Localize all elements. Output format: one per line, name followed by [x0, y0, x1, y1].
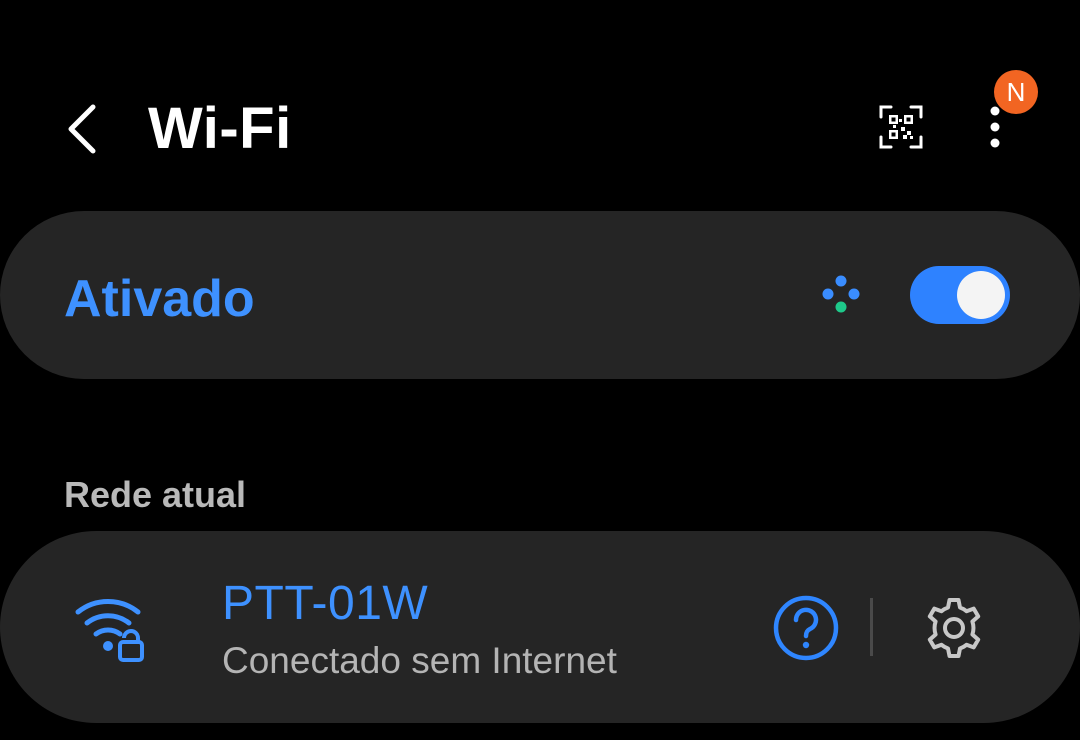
question-circle-icon[interactable]: [772, 594, 840, 662]
chevron-left-icon: [68, 104, 96, 154]
scanning-dots-icon: [822, 275, 860, 313]
qr-code-icon: [879, 105, 923, 149]
network-name: PTT-01W: [222, 577, 429, 630]
qr-code-button[interactable]: [874, 100, 928, 154]
page-title: Wi-Fi: [148, 96, 292, 161]
scan-dot-bottom: [835, 301, 847, 313]
wifi-settings-screen: Wi-Fi N Ativado Rede atual PTT-01W Conec…: [0, 0, 1080, 740]
notification-badge: N: [994, 70, 1038, 114]
wifi-lock-icon: [75, 598, 144, 662]
back-button[interactable]: [52, 94, 112, 164]
network-status: Conectado sem Internet: [222, 640, 617, 681]
current-network-item[interactable]: [0, 531, 1080, 723]
scan-dot-left: [822, 288, 834, 300]
current-network-section-header: Rede atual: [64, 474, 247, 515]
wifi-status-label: Ativado: [64, 270, 255, 328]
gear-icon[interactable]: [920, 594, 988, 662]
more-vertical-icon: [990, 106, 1000, 148]
wifi-toggle-switch[interactable]: [910, 266, 1010, 324]
toggle-knob: [957, 271, 1005, 319]
scan-dot-top: [835, 275, 847, 287]
scan-dot-right: [848, 288, 860, 300]
divider: [870, 598, 873, 656]
